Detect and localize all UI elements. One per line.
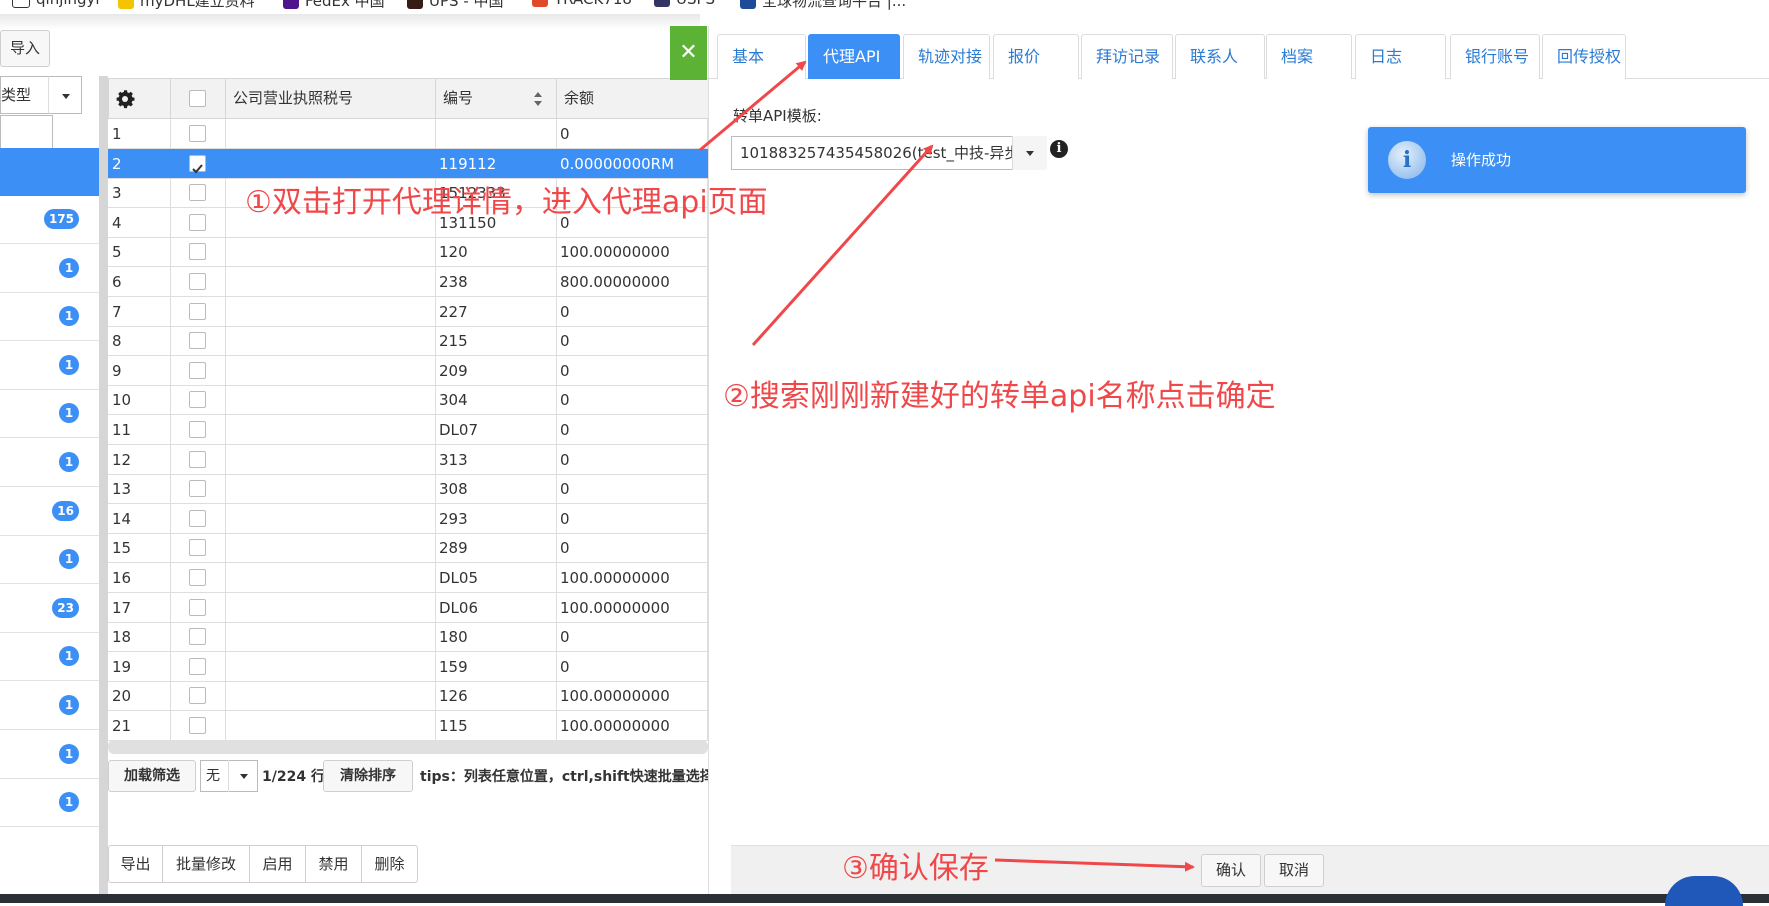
annotation-arrows (699, 60, 1195, 872)
arrow-to-confirm (994, 858, 1195, 872)
arrow-to-template-select (751, 144, 934, 347)
arrow-to-api-tab (699, 60, 807, 152)
